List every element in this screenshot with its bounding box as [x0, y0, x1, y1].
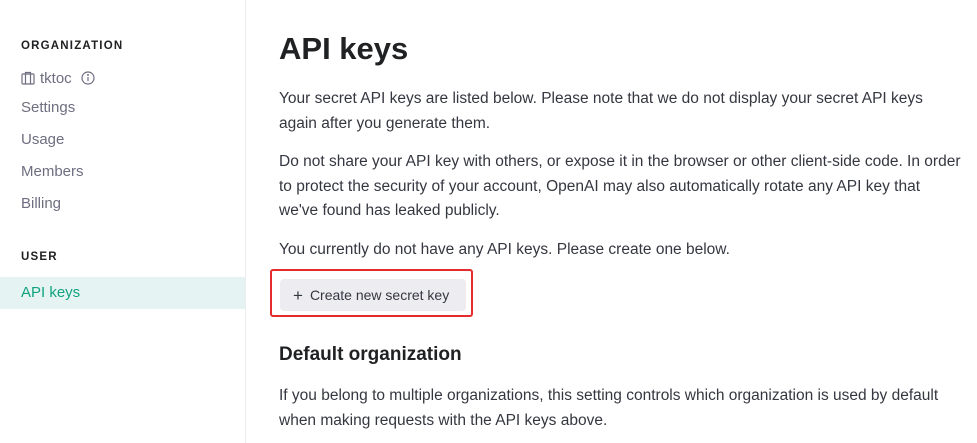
create-button-label: Create new secret key: [309, 287, 450, 303]
sidebar-item-billing[interactable]: Billing: [0, 188, 245, 220]
user-heading: USER: [21, 251, 58, 263]
default-org-paragraph: If you belong to multiple organizations,…: [279, 387, 939, 429]
create-new-secret-key-button[interactable]: + Create new secret key: [280, 279, 466, 311]
app-window: ORGANIZATION tktoc Settings Usage Member…: [0, 0, 977, 443]
sidebar-item-members[interactable]: Members: [0, 156, 245, 188]
org-selector[interactable]: tktoc: [21, 69, 95, 87]
organization-heading: ORGANIZATION: [21, 40, 124, 52]
info-icon[interactable]: [81, 71, 95, 85]
no-keys-paragraph: You currently do not have any API keys. …: [279, 241, 730, 258]
sidebar: ORGANIZATION tktoc Settings Usage Member…: [0, 0, 246, 443]
intro-paragraph: Your secret API keys are listed below. P…: [279, 90, 923, 132]
sidebar-item-usage[interactable]: Usage: [0, 124, 245, 156]
building-icon: [21, 71, 35, 85]
plus-icon: +: [293, 285, 303, 305]
sidebar-item-api-keys[interactable]: API keys: [0, 277, 245, 309]
page-title: API keys: [279, 31, 409, 66]
default-organization-heading: Default organization: [279, 344, 462, 365]
security-paragraph: Do not share your API key with others, o…: [279, 153, 961, 219]
org-name: tktoc: [40, 69, 72, 87]
sidebar-item-settings[interactable]: Settings: [0, 92, 245, 124]
